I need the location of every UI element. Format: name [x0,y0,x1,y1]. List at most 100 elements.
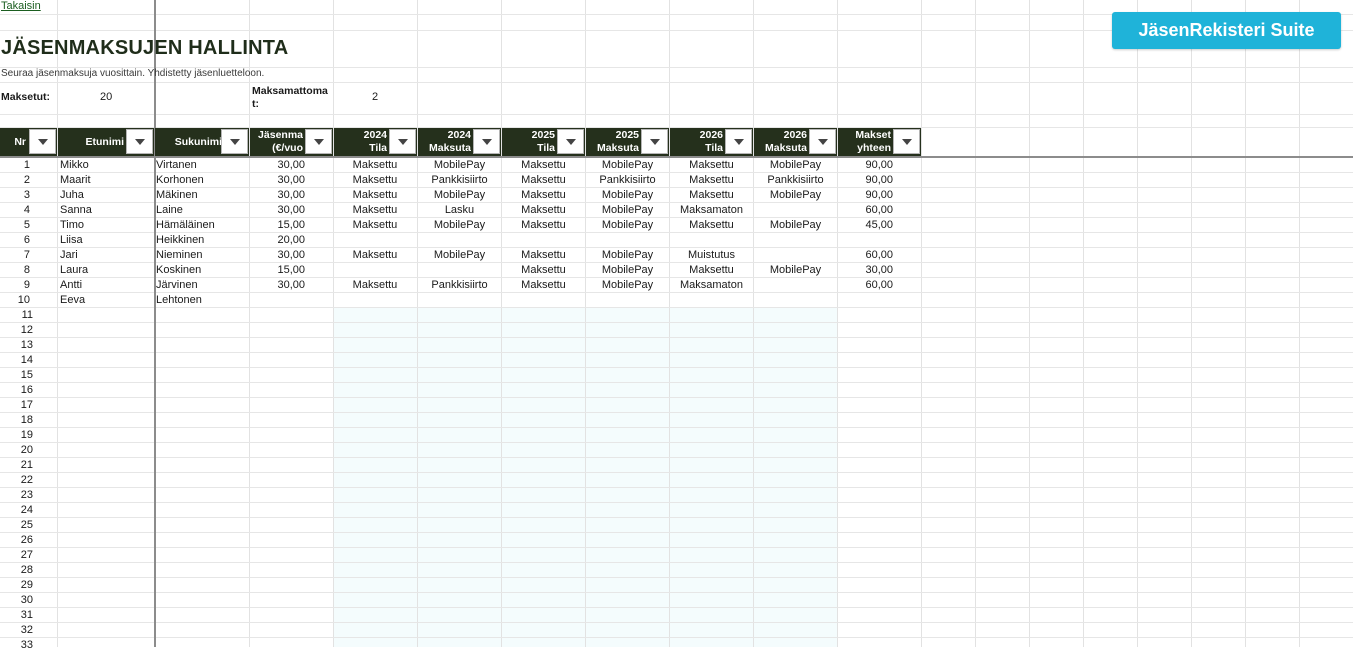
cell-sukunimi[interactable]: Korhonen [156,173,246,188]
cell-2024-maksutapa[interactable]: MobilePay [418,158,501,173]
cell-2024-maksutapa[interactable] [418,263,501,278]
cell-2025-tila[interactable]: Maksettu [502,188,585,203]
cell-2024-tila[interactable] [334,263,416,278]
cell-2025-maksutapa[interactable]: MobilePay [586,263,669,278]
cell-2026-maksutapa[interactable]: MobilePay [754,218,837,233]
cell-etunimi[interactable]: Juha [60,188,150,203]
cell-etunimi[interactable]: Mikko [60,158,150,173]
cell-nr[interactable]: 8 [0,263,30,278]
cell-2026-tila[interactable]: Maksettu [670,173,753,188]
cell-nr[interactable]: 28 [0,563,33,578]
cell-nr[interactable]: 30 [0,593,33,608]
cell-etunimi[interactable]: Liisa [60,233,150,248]
cell-2025-maksutapa[interactable]: MobilePay [586,203,669,218]
cell-2024-maksutapa[interactable]: Pankkisiirto [418,278,501,293]
cell-2025-tila[interactable] [502,233,585,248]
cell-maksettu-yhteensa[interactable] [838,293,893,308]
cell-nr[interactable]: 7 [0,248,30,263]
cell-jasenmaksu[interactable]: 15,00 [250,218,305,233]
cell-nr[interactable]: 10 [0,293,30,308]
cell-nr[interactable]: 22 [0,473,33,488]
cell-nr[interactable]: 12 [0,323,33,338]
suite-button[interactable]: JäsenRekisteri Suite [1112,12,1341,49]
filter-dropdown-button[interactable] [221,129,248,154]
cell-nr[interactable]: 6 [0,233,30,248]
cell-2026-tila[interactable]: Muistutus [670,248,753,263]
cell-maksettu-yhteensa[interactable]: 60,00 [838,278,893,293]
cell-nr[interactable]: 15 [0,368,33,383]
cell-2024-tila[interactable]: Maksettu [334,203,416,218]
cell-2024-maksutapa[interactable]: Lasku [418,203,501,218]
cell-nr[interactable]: 32 [0,623,33,638]
cell-2026-tila[interactable]: Maksamaton [670,278,753,293]
cell-2025-tila[interactable]: Maksettu [502,263,585,278]
cell-nr[interactable]: 17 [0,398,33,413]
cell-2026-maksutapa[interactable]: MobilePay [754,158,837,173]
cell-2026-tila[interactable]: Maksamaton [670,203,753,218]
cell-etunimi[interactable]: Maarit [60,173,150,188]
cell-nr[interactable]: 26 [0,533,33,548]
filter-dropdown-button[interactable] [29,129,56,154]
cell-2026-tila[interactable]: Maksettu [670,188,753,203]
cell-2024-maksutapa[interactable]: MobilePay [418,188,501,203]
cell-jasenmaksu[interactable]: 15,00 [250,263,305,278]
cell-nr[interactable]: 21 [0,458,33,473]
cell-sukunimi[interactable]: Koskinen [156,263,246,278]
cell-jasenmaksu[interactable]: 30,00 [250,158,305,173]
cell-2025-maksutapa[interactable]: MobilePay [586,218,669,233]
cell-2026-maksutapa[interactable] [754,293,837,308]
cell-maksettu-yhteensa[interactable]: 60,00 [838,248,893,263]
cell-2026-maksutapa[interactable] [754,233,837,248]
cell-maksettu-yhteensa[interactable]: 90,00 [838,173,893,188]
cell-etunimi[interactable]: Timo [60,218,150,233]
cell-sukunimi[interactable]: Heikkinen [156,233,246,248]
cell-2026-tila[interactable]: Maksettu [670,158,753,173]
cell-2025-tila[interactable] [502,293,585,308]
paid-count[interactable]: 20 [100,91,112,103]
cell-2026-tila[interactable]: Maksettu [670,218,753,233]
cell-maksettu-yhteensa[interactable]: 60,00 [838,203,893,218]
cell-2026-maksutapa[interactable]: Pankkisiirto [754,173,837,188]
cell-2025-maksutapa[interactable]: MobilePay [586,188,669,203]
cell-2025-tila[interactable]: Maksettu [502,278,585,293]
filter-dropdown-button[interactable] [893,129,920,154]
cell-etunimi[interactable]: Sanna [60,203,150,218]
cell-2026-maksutapa[interactable]: MobilePay [754,263,837,278]
filter-dropdown-button[interactable] [389,129,416,154]
cell-sukunimi[interactable]: Lehtonen [156,293,246,308]
cell-nr[interactable]: 23 [0,488,33,503]
cell-jasenmaksu[interactable]: 30,00 [250,278,305,293]
cell-2024-tila[interactable]: Maksettu [334,218,416,233]
back-link[interactable]: Takaisin [1,0,41,12]
cell-2025-maksutapa[interactable]: MobilePay [586,278,669,293]
cell-2026-tila[interactable] [670,233,753,248]
filter-dropdown-button[interactable] [641,129,668,154]
cell-2024-maksutapa[interactable]: Pankkisiirto [418,173,501,188]
cell-2025-maksutapa[interactable]: MobilePay [586,158,669,173]
cell-2024-tila[interactable]: Maksettu [334,248,416,263]
cell-nr[interactable]: 20 [0,443,33,458]
cell-nr[interactable]: 19 [0,428,33,443]
filter-dropdown-button[interactable] [305,129,332,154]
filter-dropdown-button[interactable] [126,129,153,154]
cell-2024-maksutapa[interactable]: MobilePay [418,248,501,263]
cell-jasenmaksu[interactable]: 30,00 [250,188,305,203]
filter-dropdown-button[interactable] [809,129,836,154]
cell-2026-tila[interactable] [670,293,753,308]
cell-2026-maksutapa[interactable] [754,278,837,293]
cell-2024-maksutapa[interactable] [418,233,501,248]
cell-maksettu-yhteensa[interactable]: 30,00 [838,263,893,278]
cell-etunimi[interactable]: Jari [60,248,150,263]
cell-jasenmaksu[interactable]: 30,00 [250,203,305,218]
cell-nr[interactable]: 3 [0,188,30,203]
cell-nr[interactable]: 2 [0,173,30,188]
cell-2026-maksutapa[interactable] [754,203,837,218]
cell-2025-tila[interactable]: Maksettu [502,158,585,173]
cell-nr[interactable]: 1 [0,158,30,173]
cell-nr[interactable]: 16 [0,383,33,398]
cell-sukunimi[interactable]: Hämäläinen [156,218,246,233]
cell-2025-maksutapa[interactable]: MobilePay [586,248,669,263]
cell-2025-tila[interactable]: Maksettu [502,218,585,233]
cell-2026-maksutapa[interactable]: MobilePay [754,188,837,203]
cell-2025-tila[interactable]: Maksettu [502,248,585,263]
